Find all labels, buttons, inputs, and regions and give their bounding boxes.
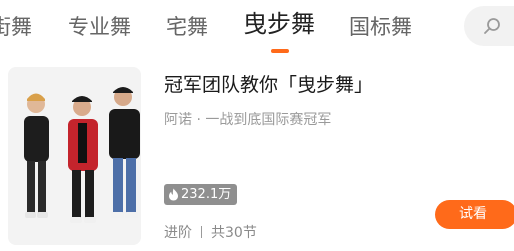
active-tab-indicator xyxy=(271,49,289,53)
category-tab-bar: 街舞 专业舞 宅舞 曳步舞 国标舞 xyxy=(0,0,514,56)
tab-ballroom-dance[interactable]: 国标舞 xyxy=(349,12,412,42)
search-icon xyxy=(484,18,500,34)
tab-shuffle-dance[interactable]: 曳步舞 xyxy=(243,9,315,39)
trial-watch-button[interactable]: 试看 xyxy=(435,200,514,229)
view-count: 232.1万 xyxy=(181,187,232,202)
course-level: 进阶 xyxy=(164,225,192,241)
tab-otaku-dance[interactable]: 宅舞 xyxy=(166,12,208,42)
course-list-page: 街舞 专业舞 宅舞 曳步舞 国标舞 冠军团队教你「曳步舞」 阿诺 · 一战到底国… xyxy=(0,0,514,251)
course-title[interactable]: 冠军团队教你「曳步舞」 xyxy=(164,71,373,99)
course-cover-image[interactable] xyxy=(8,67,141,245)
search-button[interactable] xyxy=(464,6,514,46)
flame-icon xyxy=(169,188,178,201)
view-count-badge: 232.1万 xyxy=(164,184,238,205)
tab-street-dance[interactable]: 街舞 xyxy=(0,12,32,42)
course-instructor: 阿诺 · 一战到底国际赛冠军 xyxy=(164,112,332,128)
course-meta: 进阶 共30节 xyxy=(164,223,257,243)
lesson-count: 共30节 xyxy=(211,225,257,241)
tab-professional-dance[interactable]: 专业舞 xyxy=(68,12,131,42)
meta-divider xyxy=(201,226,202,238)
